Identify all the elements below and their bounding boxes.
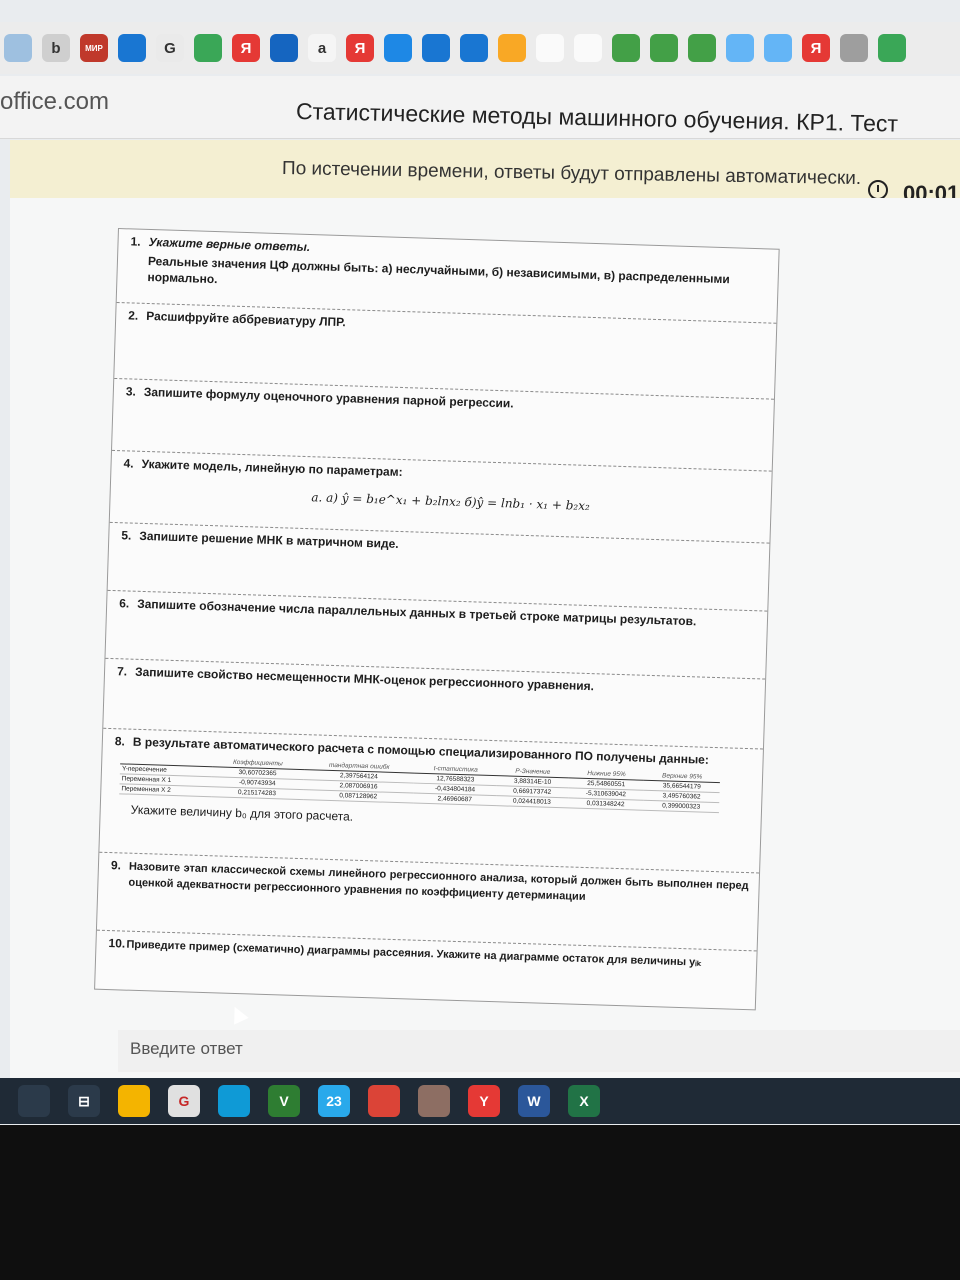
page-title: Статистические методы машинного обучения… (295, 98, 899, 137)
question-sheet: 1. Укажите верные ответы. Реальные значе… (94, 228, 780, 1011)
question-number: 7. (116, 664, 128, 679)
taskview-icon[interactable]: ⊟ (68, 1085, 100, 1117)
screen: b МИР G Яa Я Я office.com Статистические мето… (0, 0, 960, 1125)
amazon-icon[interactable]: a (308, 34, 336, 62)
apps-icon[interactable] (612, 34, 640, 62)
word-icon[interactable]: W (518, 1085, 550, 1117)
question-number: 10. (108, 936, 126, 951)
tile-icon[interactable] (384, 34, 412, 62)
monitor-bezel (0, 1125, 960, 1280)
vs-icon[interactable]: V (268, 1085, 300, 1117)
auto-submit-notice: По истечении времени, ответы будут отпра… (10, 140, 960, 199)
formula: a. а) ŷ = b₁e^x₁ + b₂lnx₂ б)ŷ = lnb₁ · x… (311, 490, 591, 513)
doc-icon[interactable] (574, 34, 602, 62)
table-cell: 0,087128962 (302, 789, 414, 804)
edge-icon[interactable] (460, 34, 488, 62)
question-number: 8. (114, 734, 126, 749)
settings-icon[interactable]: G (168, 1085, 200, 1117)
mir-icon[interactable]: МИР (80, 34, 108, 62)
yandex-icon[interactable]: Я (232, 34, 260, 62)
chrome-icon[interactable] (368, 1085, 400, 1117)
answer-placeholder: Введите ответ (130, 1039, 243, 1058)
blank-icon[interactable] (4, 34, 32, 62)
apps-icon[interactable] (688, 34, 716, 62)
edge-icon[interactable] (422, 34, 450, 62)
table-cell: 0,399000323 (643, 800, 720, 813)
drive-icon[interactable] (878, 34, 906, 62)
apps-icon[interactable] (650, 34, 678, 62)
question-8: 8. В результате автоматического расчета … (99, 728, 763, 874)
bookmarks-bar: b МИР G Яa Я Я (0, 22, 960, 74)
circle-icon[interactable] (840, 34, 868, 62)
pin-icon[interactable] (726, 34, 754, 62)
note-icon[interactable] (270, 34, 298, 62)
owl-icon[interactable] (418, 1085, 450, 1117)
question-number: 4. (123, 456, 134, 471)
taskbar: ⊟ G V 23 Y W X (0, 1078, 960, 1124)
table-cell: 0,215174283 (210, 786, 304, 800)
question-number: 3. (125, 384, 137, 399)
domain-label: office.com (0, 88, 109, 115)
notice-text: По истечении времени, ответы будут отпра… (281, 158, 862, 190)
question-number: 9. (110, 858, 122, 873)
table-cell: 0,031348242 (567, 797, 644, 811)
chrome-icon[interactable]: G (156, 34, 184, 62)
explorer-icon[interactable] (118, 1085, 150, 1117)
yandex-icon[interactable]: Я (802, 34, 830, 62)
yandex-icon[interactable]: Я (346, 34, 374, 62)
bing-icon[interactable]: b (42, 34, 70, 62)
table-cell: 0,024418013 (495, 795, 568, 808)
edge-icon[interactable] (218, 1085, 250, 1117)
timer-icon (868, 180, 888, 200)
telegram-icon[interactable]: 23 (318, 1085, 350, 1117)
image-icon[interactable] (498, 34, 526, 62)
yandex-browser-icon[interactable]: Y (468, 1085, 500, 1117)
question-number: 5. (121, 528, 132, 543)
question-number: 1. (130, 234, 141, 249)
excel-icon[interactable]: X (568, 1085, 600, 1117)
top-bar: office.com Статистические методы машинно… (0, 76, 960, 139)
edge-icon[interactable] (118, 34, 146, 62)
question-number: 2. (128, 308, 139, 323)
table-cell: Переменная X 2 (119, 783, 212, 797)
start-icon[interactable] (18, 1085, 50, 1117)
answer-input[interactable]: Введите ответ (118, 1030, 960, 1072)
question-number: 6. (118, 596, 130, 611)
doc-icon[interactable] (536, 34, 564, 62)
pin-icon[interactable] (764, 34, 792, 62)
drive-icon[interactable] (194, 34, 222, 62)
table-cell: 2,46960687 (413, 793, 497, 806)
